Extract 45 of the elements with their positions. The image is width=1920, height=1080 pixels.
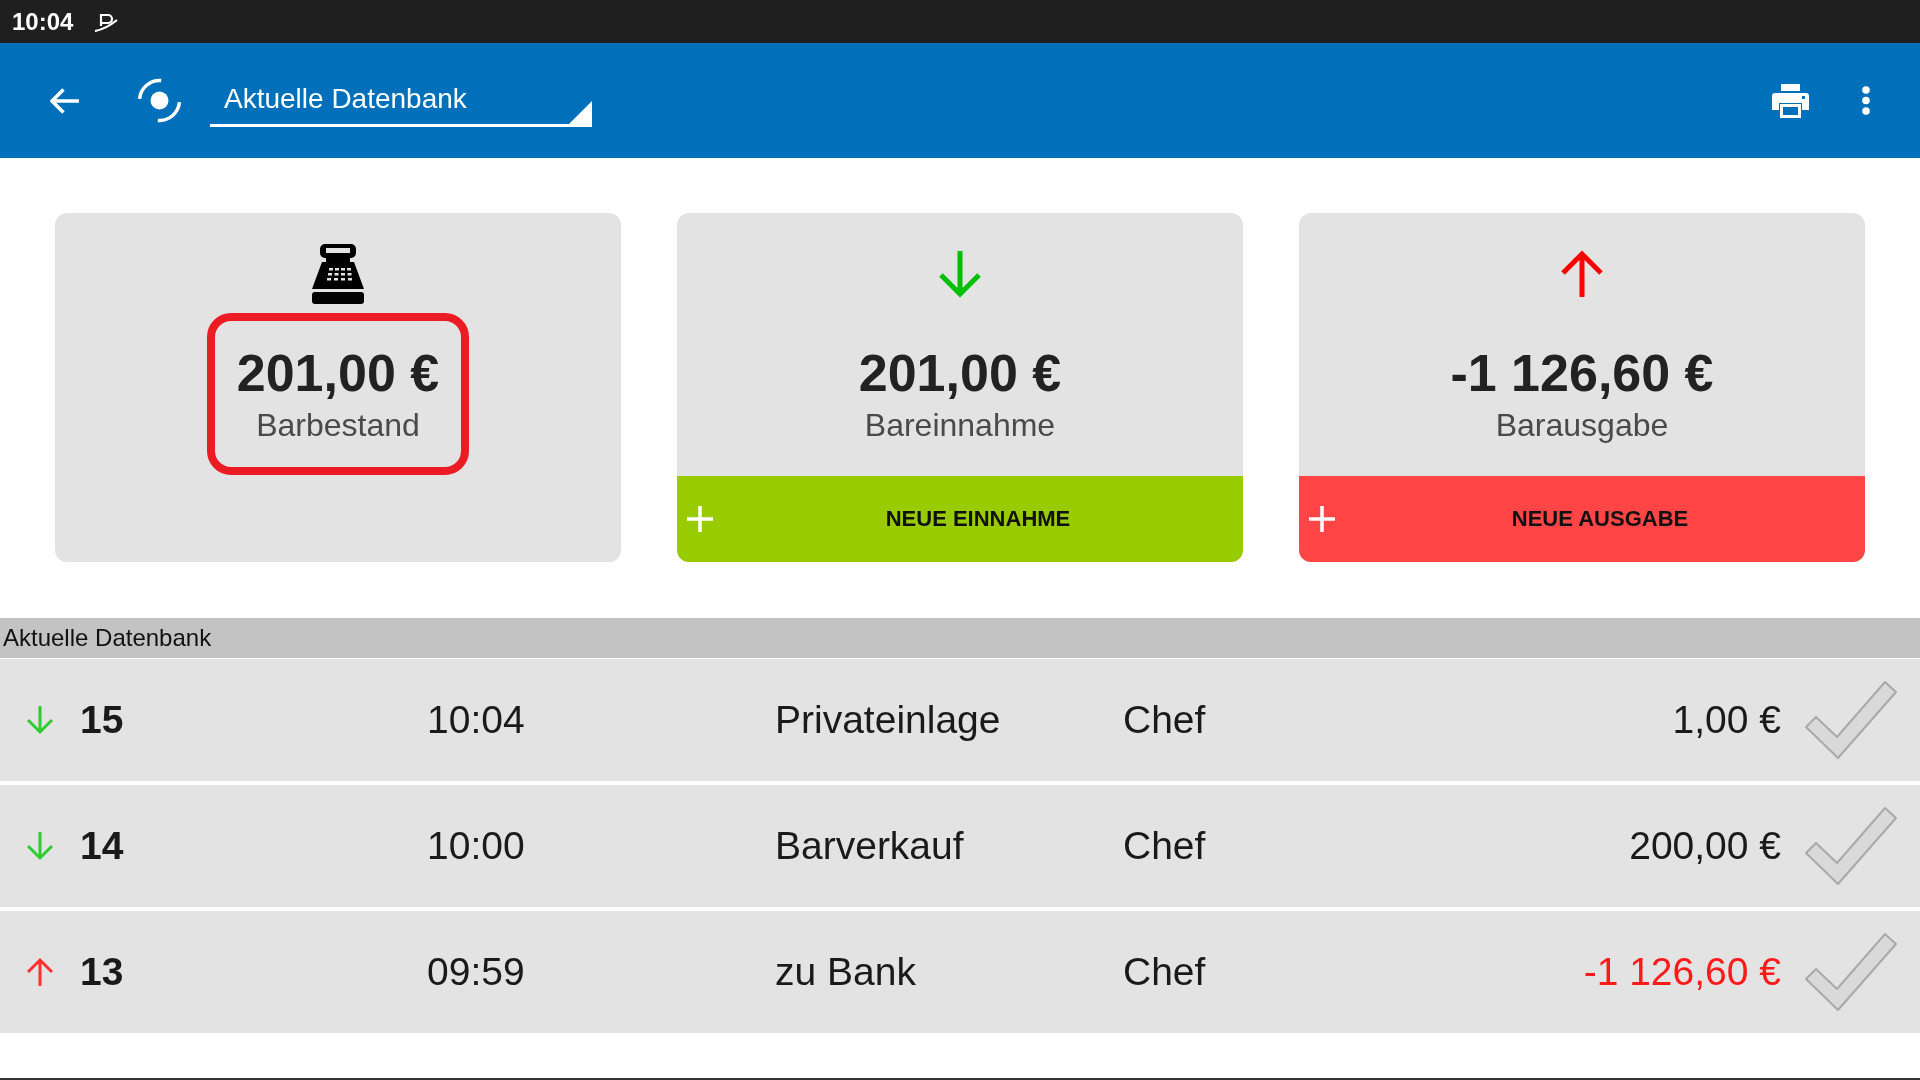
card-amount: -1 126,60 € [1450, 343, 1714, 403]
database-dropdown[interactable]: Aktuelle Datenbank [210, 81, 592, 127]
status-time: 10:04 [12, 7, 74, 36]
check-icon [1804, 806, 1898, 886]
row-user: Chef [1123, 824, 1206, 868]
row-description: zu Bank [775, 950, 916, 994]
row-description: Barverkauf [775, 824, 964, 868]
more-menu-icon[interactable] [1862, 86, 1870, 115]
transaction-row[interactable]: 15 10:04 Privateinlage Chef 1,00 € [0, 659, 1920, 781]
card-label: Bareinnahme [864, 406, 1056, 444]
dot-arcs-icon[interactable] [135, 77, 184, 124]
row-time: 10:04 [427, 698, 525, 742]
row-amount: 200,00 € [1629, 824, 1781, 868]
row-number: 15 [80, 698, 124, 742]
row-time: 10:00 [427, 824, 525, 868]
transaction-row[interactable]: 13 09:59 zu Bank Chef -1 126,60 € [0, 911, 1920, 1033]
row-user: Chef [1123, 698, 1206, 742]
row-amount: 1,00 € [1672, 698, 1781, 742]
arrow-up-icon [1559, 250, 1605, 298]
transaction-row[interactable]: 14 10:00 Barverkauf Chef 200,00 € [0, 785, 1920, 907]
arrow-down-icon [25, 831, 55, 861]
plus-icon [687, 506, 713, 532]
section-header: Aktuelle Datenbank [0, 618, 1920, 658]
row-user: Chef [1123, 950, 1206, 994]
arrow-up-icon [25, 957, 55, 987]
card-label: Barbestand [256, 406, 420, 444]
row-description: Privateinlage [775, 698, 1001, 742]
plus-icon [1309, 506, 1335, 532]
row-number: 14 [80, 824, 124, 868]
new-income-button[interactable]: NEUE EINNAHME [677, 476, 1243, 562]
back-arrow-icon[interactable] [50, 87, 80, 114]
card-amount: 201,00 € [858, 343, 1062, 403]
check-icon [1804, 680, 1898, 760]
row-number: 13 [80, 950, 124, 994]
card-amount: 201,00 € [236, 343, 440, 403]
row-amount: -1 126,60 € [1583, 950, 1781, 994]
arrow-down-icon [937, 250, 983, 298]
print-icon[interactable] [1772, 83, 1809, 118]
check-icon [1804, 932, 1898, 1012]
new-expense-button[interactable]: NEUE AUSGABE [1299, 476, 1865, 562]
notification-icon [94, 11, 119, 32]
dropdown-triangle-icon [569, 101, 592, 124]
row-time: 09:59 [427, 950, 525, 994]
arrow-down-icon [25, 705, 55, 735]
card-label: Barausgabe [1495, 406, 1669, 444]
